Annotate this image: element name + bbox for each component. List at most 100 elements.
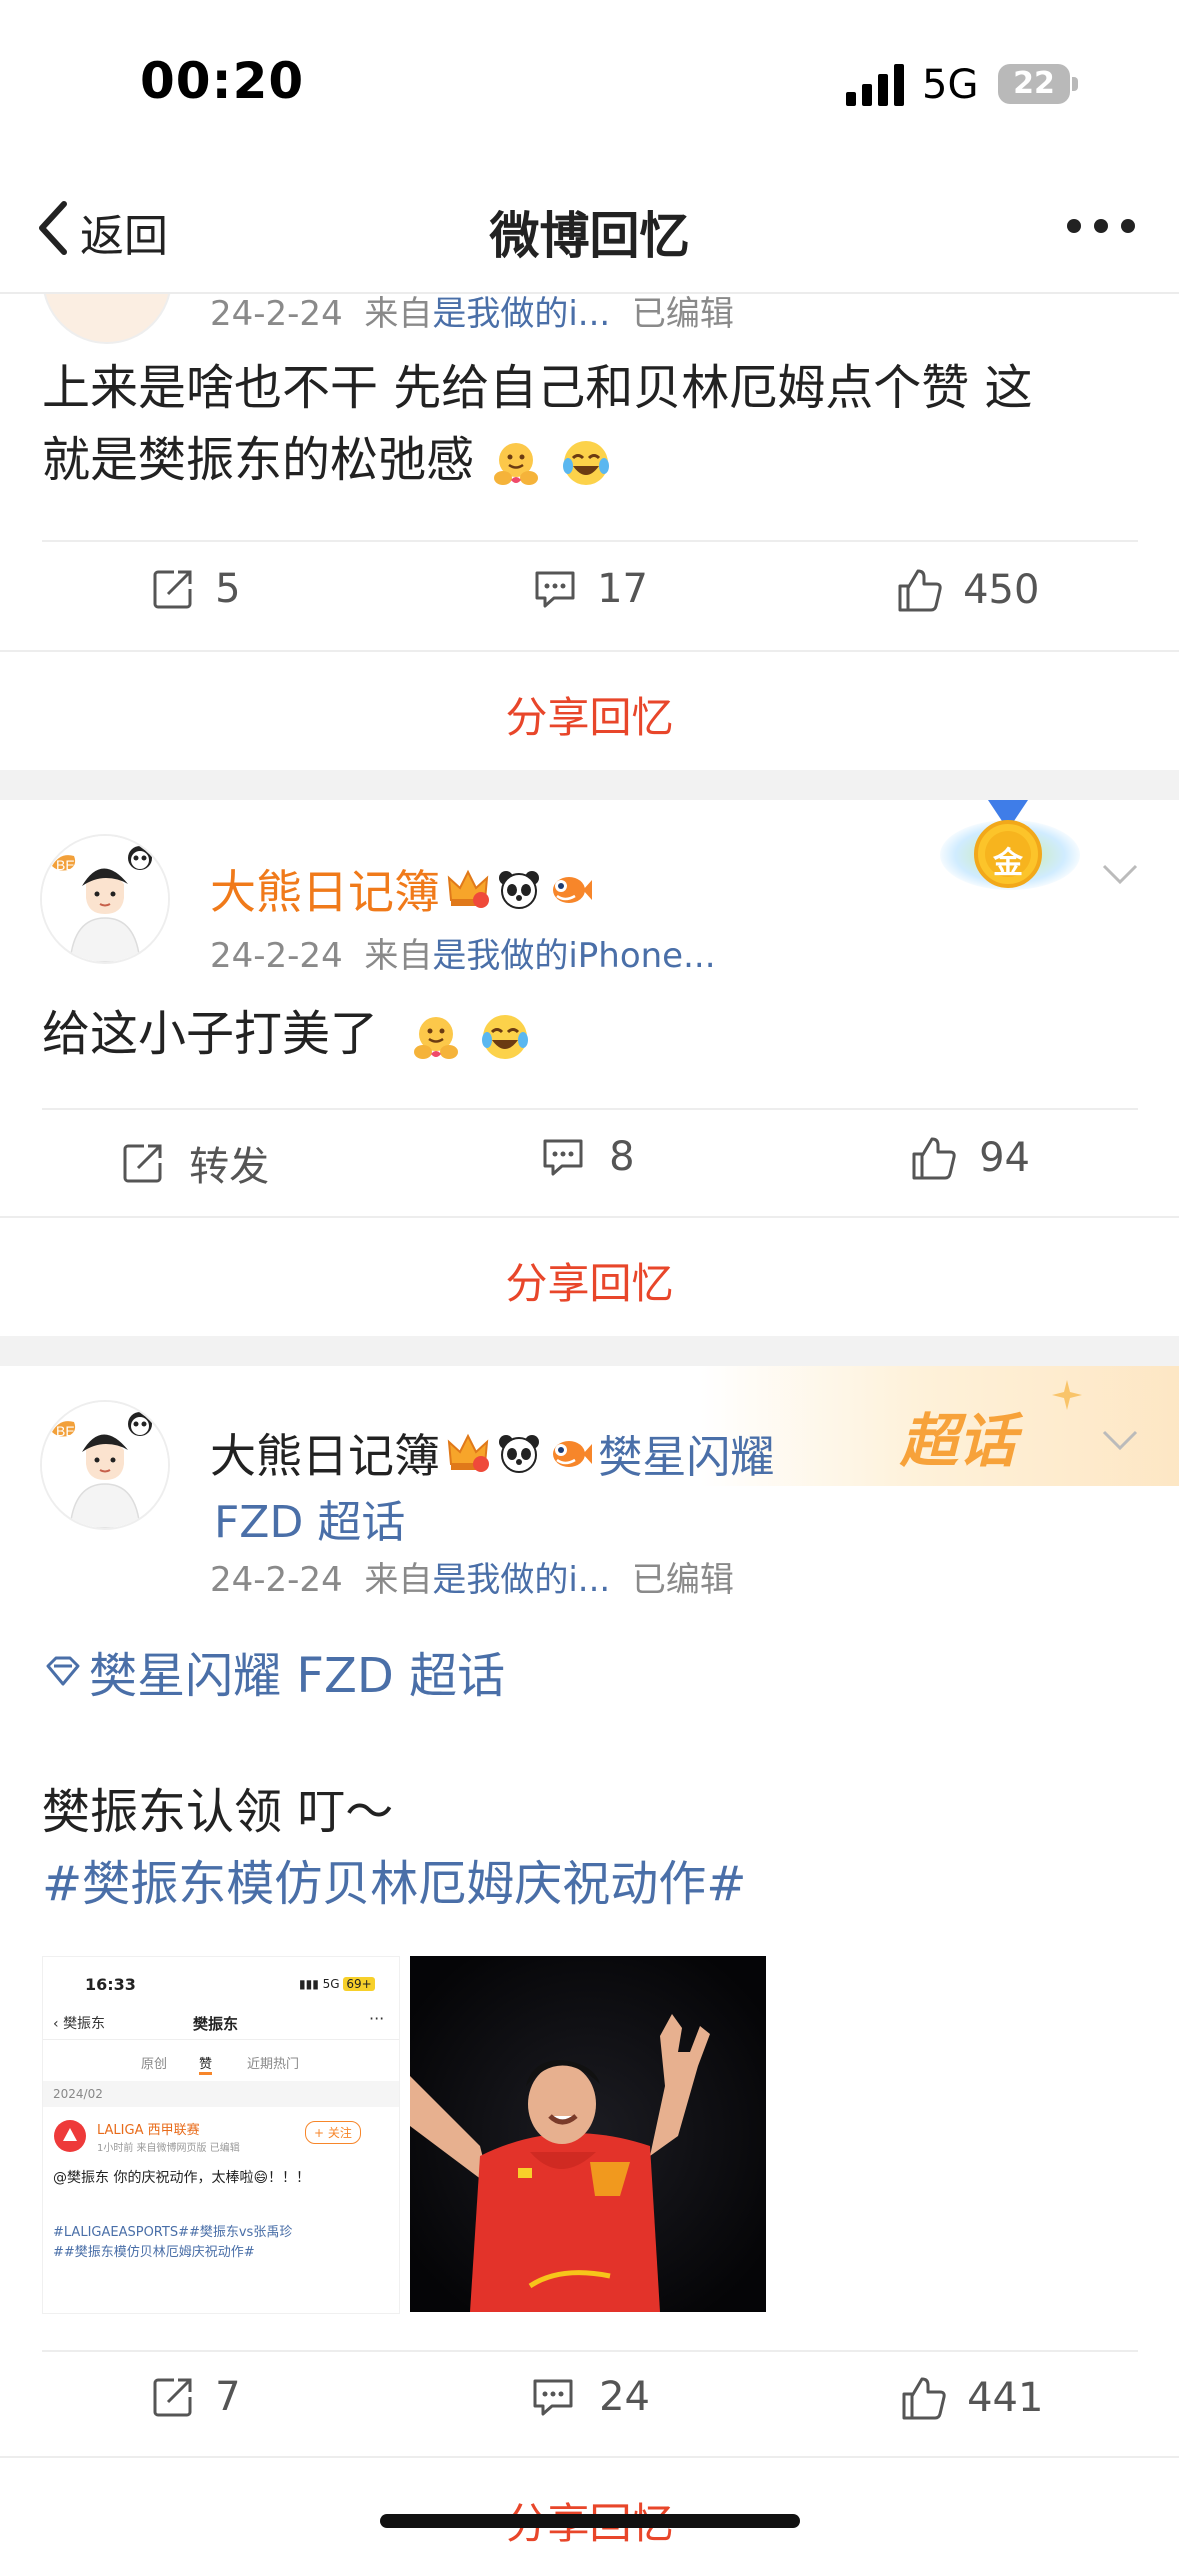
- like-button[interactable]: 441: [900, 2374, 1043, 2430]
- battery-level: 22: [1013, 66, 1055, 101]
- thumb-tab: 近期热门: [247, 2057, 300, 2072]
- more-options-icon[interactable]: [1066, 214, 1136, 238]
- thumb-account: LALIGA 西甲联赛: [97, 2123, 200, 2138]
- athlete-celebration-photo: [410, 1956, 766, 2312]
- post-date: 24-2-24: [210, 936, 343, 976]
- supertopic-link-continued[interactable]: FZD 超话: [214, 1486, 405, 1550]
- laugh-cry-emoji-icon: [481, 1015, 528, 1059]
- medal-label: 金: [993, 846, 1023, 881]
- post-text-line: 就是樊振东的松弛感: [42, 424, 1152, 496]
- post-meta: 24-2-24 来自是我做的i... 已编辑: [210, 286, 734, 335]
- post-image-photo[interactable]: [410, 1956, 766, 2312]
- post-from: 来自: [364, 1560, 433, 1600]
- repost-label: 转发: [189, 1144, 270, 1190]
- thumb-tab: 原创: [141, 2057, 168, 2072]
- like-button[interactable]: 450: [896, 566, 1039, 622]
- post-text: 樊振东认领 叮～: [42, 1784, 394, 1840]
- post-from: 来自: [364, 936, 433, 976]
- username-row: 大熊日记簿: [210, 856, 593, 922]
- username[interactable]: 大熊日记簿: [210, 865, 440, 919]
- thumb-signal: ▮▮▮ 5G 69+: [299, 1977, 375, 1991]
- battery-icon: 22: [998, 64, 1078, 104]
- comment-icon: [533, 2379, 573, 2416]
- divider: [42, 540, 1138, 542]
- home-indicator[interactable]: [380, 2514, 800, 2528]
- comment-icon: [535, 571, 575, 608]
- post-date: 24-2-24: [210, 1560, 343, 1600]
- topic-link-row[interactable]: 樊星闪耀 FZD 超话: [42, 1636, 505, 1706]
- post-from: 来自: [364, 294, 433, 334]
- thumbs-up-icon: [912, 1137, 956, 1180]
- post-source-link[interactable]: 是我做的i...: [432, 294, 610, 334]
- repost-button[interactable]: 转发: [120, 1134, 269, 1190]
- sparkle-icon: [1052, 1380, 1082, 1410]
- username-row: 大熊日记簿 樊星闪耀: [210, 1420, 774, 1486]
- divider: [0, 650, 1179, 652]
- edited-label: 已编辑: [631, 1560, 734, 1600]
- hug-emoji-icon: [413, 1017, 458, 1059]
- laugh-cry-emoji-icon: [562, 441, 609, 485]
- share-memory-button[interactable]: 分享回忆: [0, 684, 1179, 745]
- like-button[interactable]: 94: [910, 1134, 1030, 1190]
- divider: [42, 1108, 1138, 1110]
- divider: [0, 2456, 1179, 2458]
- divider: [0, 1216, 1179, 1218]
- section-gap: [0, 770, 1179, 800]
- repost-icon: [123, 1144, 162, 1183]
- thumbs-up-icon: [902, 2377, 946, 2420]
- panda-icon: [499, 1435, 540, 1473]
- comment-button[interactable]: 8: [540, 1134, 635, 1190]
- thumb-follow: + 关注: [305, 2121, 361, 2144]
- post-text: 给这小子打美了: [42, 998, 532, 1070]
- supertopic-badge: 超话: [900, 1407, 1017, 1475]
- laliga-logo-icon: [54, 2120, 86, 2152]
- thumb-text: @樊振东 你的庆祝动作，太棒啦😄！！！: [53, 2170, 311, 2186]
- repost-count: 7: [215, 2374, 241, 2420]
- username[interactable]: 大熊日记簿: [210, 1429, 440, 1483]
- post-source-link[interactable]: 是我做的i...: [432, 1560, 610, 1600]
- fish-badge-icon: [553, 877, 593, 903]
- like-count: 450: [963, 567, 1040, 613]
- comment-button[interactable]: 24: [530, 2374, 650, 2430]
- post-source-link[interactable]: 是我做的iPhone...: [432, 936, 715, 976]
- gold-medal-badge: 金: [940, 800, 1080, 900]
- avatar[interactable]: BEAR: [40, 834, 170, 964]
- divider: [42, 2350, 1138, 2352]
- like-count: 441: [967, 2375, 1044, 2421]
- fish-badge-icon: [553, 1441, 593, 1467]
- network-type: 5G: [922, 62, 979, 108]
- page-title: 微博回忆: [489, 207, 690, 265]
- cartoon-avatar-icon: BEAR: [42, 1402, 168, 1528]
- share-memory-button[interactable]: 分享回忆: [0, 1250, 1179, 1311]
- like-count: 94: [979, 1135, 1030, 1181]
- panda-icon: [499, 871, 540, 909]
- repost-count: 5: [215, 566, 241, 612]
- chevron-down-icon[interactable]: [1100, 862, 1140, 886]
- thumb-more-icon: ···: [369, 2009, 385, 2028]
- thumb-tab: 赞: [199, 2053, 213, 2075]
- supertopic-link[interactable]: 樊星闪耀: [598, 1432, 774, 1483]
- vip-crown-icon: [447, 869, 490, 908]
- comment-count: 17: [597, 566, 648, 612]
- vip-crown-icon: [447, 1433, 490, 1472]
- status-time: 00:20: [140, 52, 305, 110]
- hashtag-link[interactable]: #樊振东模仿贝林厄姆庆祝动作#: [42, 1848, 746, 1920]
- post-meta: 24-2-24 来自是我做的iPhone...: [210, 928, 716, 977]
- thumbs-up-icon: [898, 569, 942, 612]
- repost-icon: [153, 2378, 192, 2417]
- topic-link[interactable]: 樊星闪耀 FZD 超话: [89, 1648, 505, 1704]
- post-meta: 24-2-24 来自是我做的i... 已编辑: [210, 1552, 734, 1601]
- chevron-down-icon[interactable]: [1100, 1428, 1140, 1452]
- repost-icon: [153, 570, 192, 609]
- comment-count: 24: [599, 2374, 650, 2420]
- repost-button[interactable]: 7: [150, 2374, 241, 2430]
- thumb-back: ‹ 樊振东: [53, 2016, 106, 2032]
- repost-button[interactable]: 5: [150, 566, 241, 622]
- comment-button[interactable]: 17: [532, 566, 648, 622]
- post-image-screenshot[interactable]: 16:33 ▮▮▮ 5G 69+ ‹ 樊振东 樊振东 ··· 原创 赞 近期热门…: [42, 1956, 400, 2314]
- thumb-meta: 1小时前 来自微博网页版 已编辑: [97, 2143, 240, 2154]
- section-gap: [0, 1336, 1179, 1366]
- avatar[interactable]: BEAR: [40, 1400, 170, 1530]
- comment-count: 8: [609, 1134, 635, 1180]
- cartoon-avatar-icon: BEAR: [42, 836, 168, 962]
